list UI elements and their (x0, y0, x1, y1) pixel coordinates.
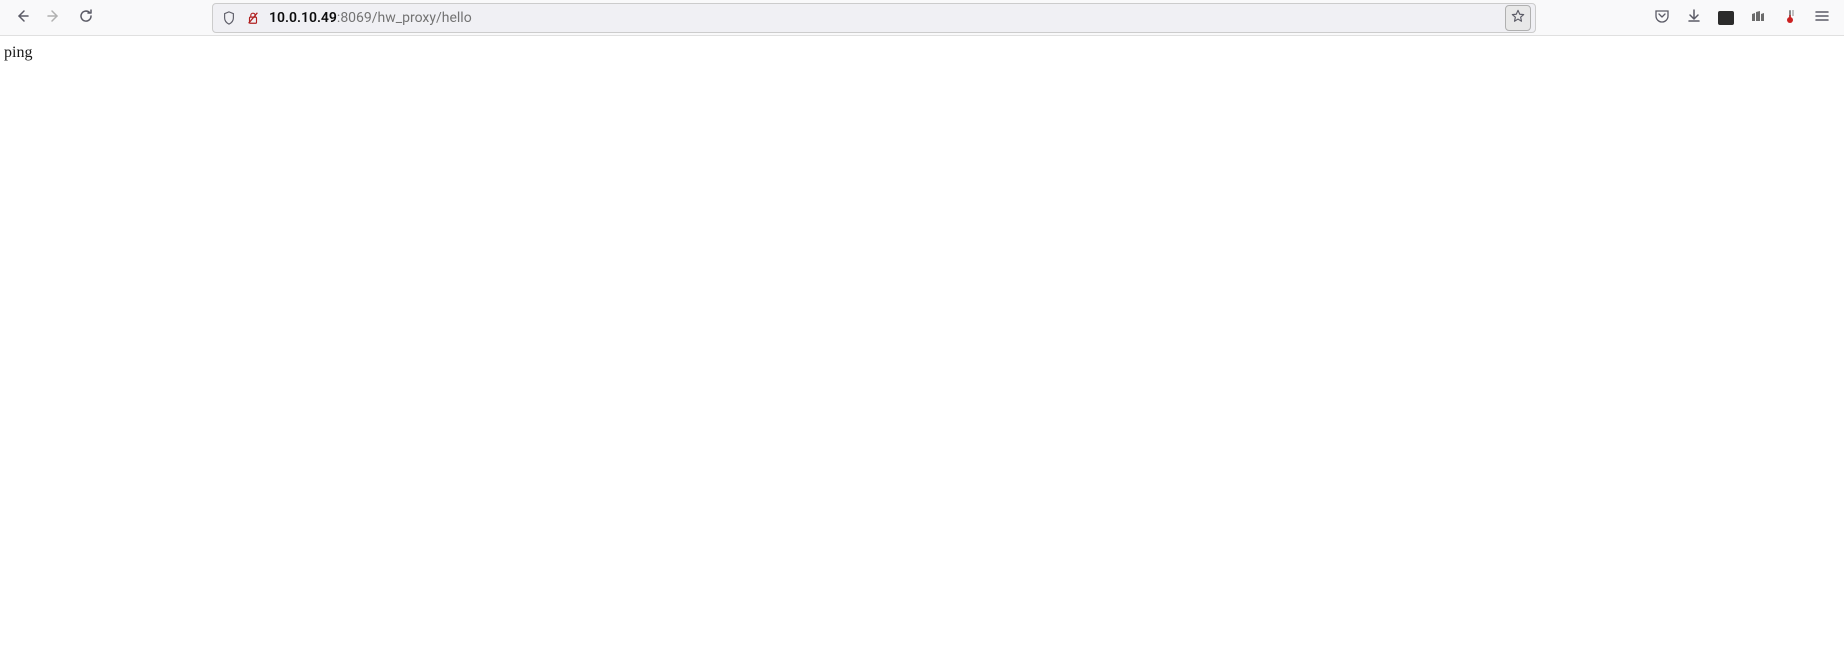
extension-dark-icon (1718, 11, 1734, 25)
browser-toolbar: 10.0.10.49:8069/hw_proxy/hello (0, 0, 1844, 36)
nav-buttons (8, 4, 100, 32)
url-text[interactable]: 10.0.10.49:8069/hw_proxy/hello (265, 10, 1503, 26)
pocket-icon (1654, 8, 1670, 27)
toolbar-right (1648, 4, 1836, 32)
library-icon (1750, 8, 1766, 27)
shield-icon[interactable] (217, 6, 241, 30)
download-icon (1686, 8, 1702, 27)
address-bar-container: 10.0.10.49:8069/hw_proxy/hello (212, 3, 1536, 33)
extension-2-button[interactable] (1744, 4, 1772, 32)
extension-1-button[interactable] (1712, 4, 1740, 32)
url-host: 10.0.10.49 (269, 10, 337, 26)
page-body-text: ping (4, 44, 32, 61)
reload-button[interactable] (72, 4, 100, 32)
hamburger-icon (1814, 8, 1830, 27)
arrow-right-icon (46, 8, 62, 27)
reload-icon (78, 8, 94, 27)
pocket-button[interactable] (1648, 4, 1676, 32)
forward-button (40, 4, 68, 32)
lock-insecure-icon[interactable] (241, 6, 265, 30)
extension-3-button[interactable] (1776, 4, 1804, 32)
address-bar[interactable]: 10.0.10.49:8069/hw_proxy/hello (212, 3, 1536, 33)
page-content: ping (0, 36, 1844, 68)
url-path: :8069/hw_proxy/hello (337, 10, 472, 26)
arrow-left-icon (14, 8, 30, 27)
thermometer-icon (1782, 8, 1798, 27)
downloads-button[interactable] (1680, 4, 1708, 32)
menu-button[interactable] (1808, 4, 1836, 32)
star-icon (1511, 8, 1525, 27)
bookmark-button[interactable] (1505, 5, 1531, 31)
back-button[interactable] (8, 4, 36, 32)
